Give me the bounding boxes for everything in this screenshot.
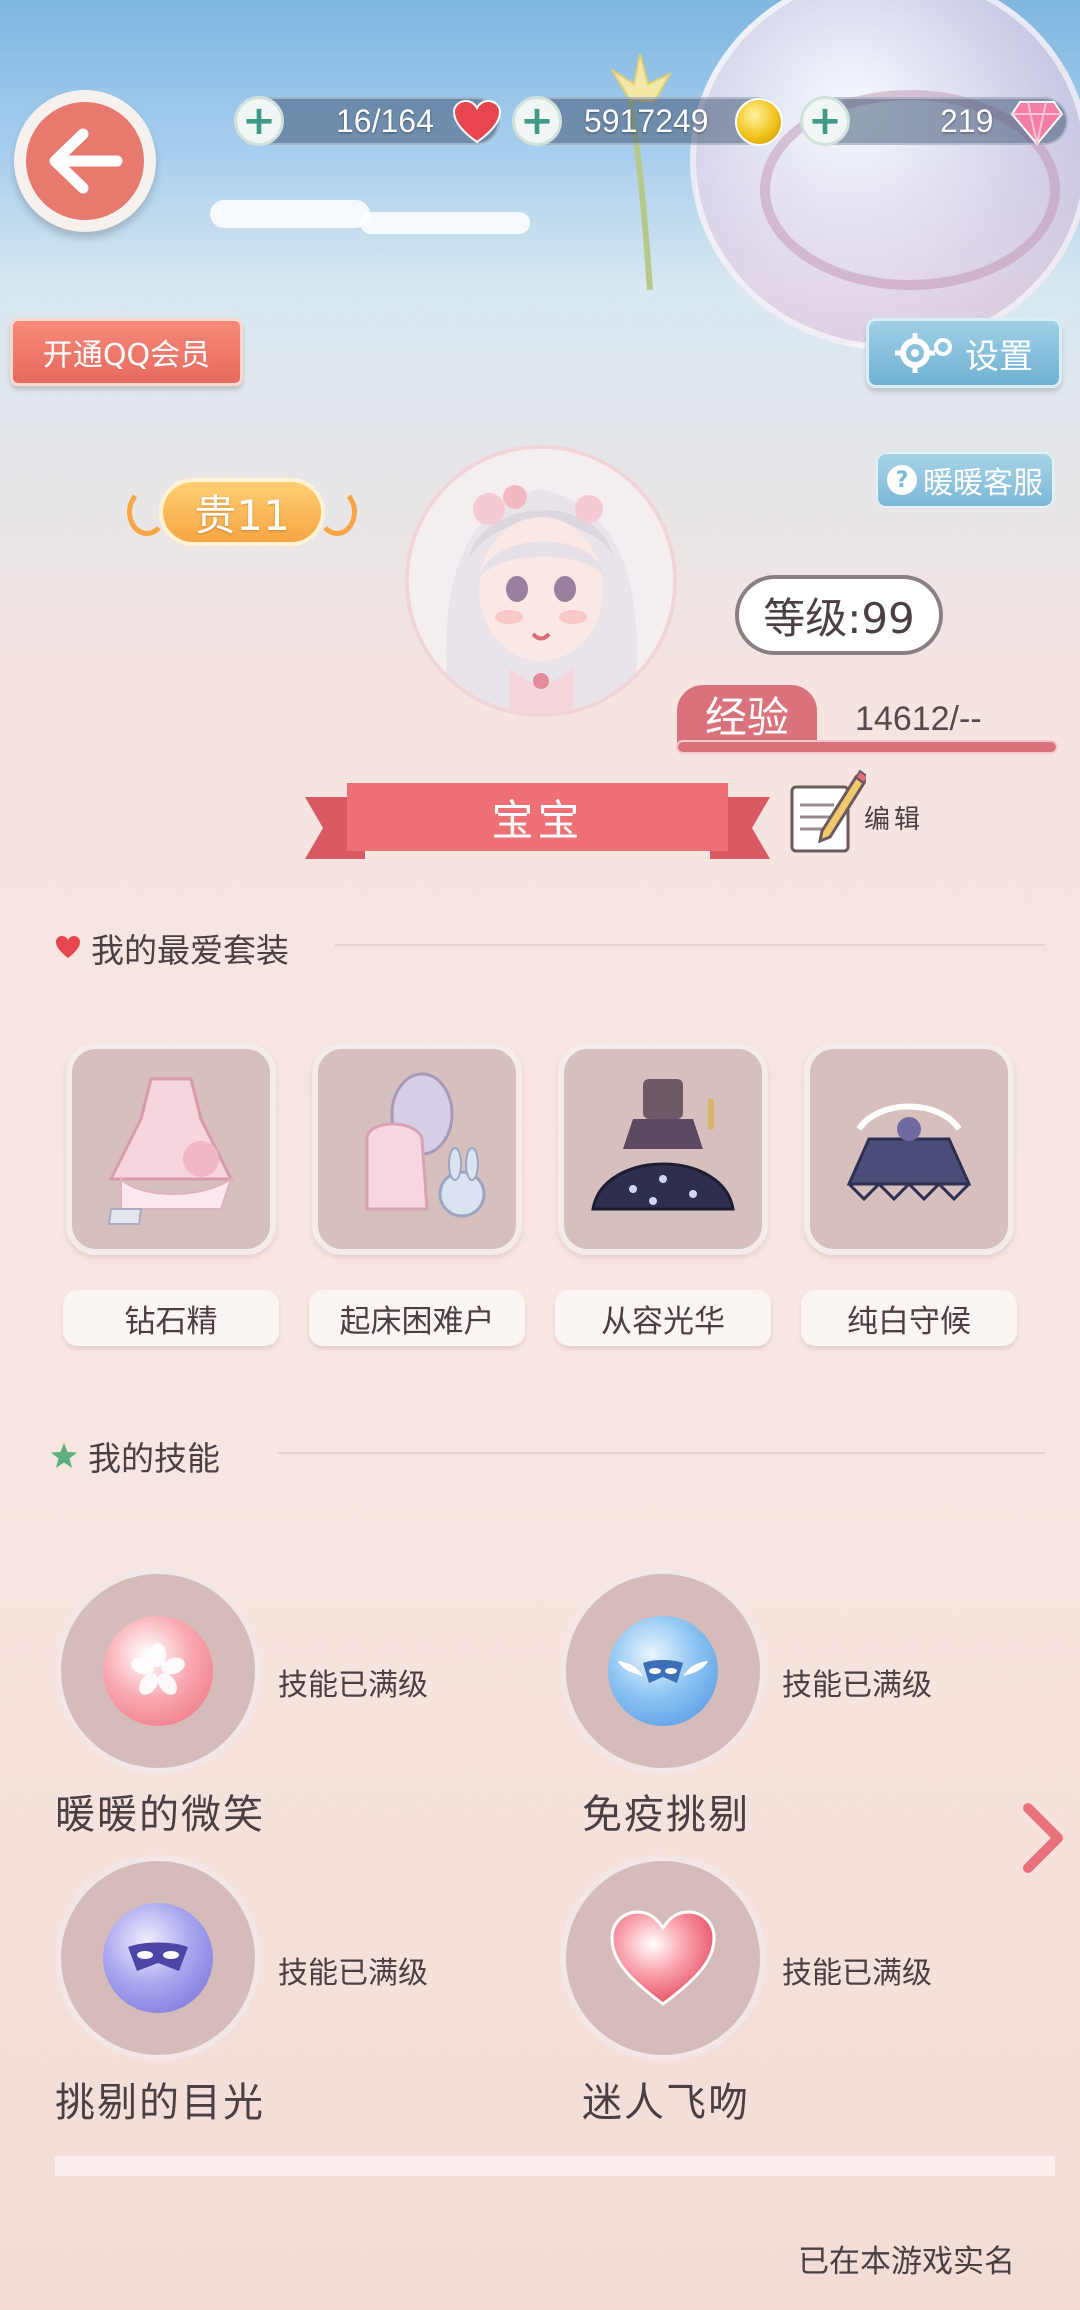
exp-label: 经验	[677, 685, 817, 743]
settings-label: 设置	[965, 336, 1033, 377]
mask-icon	[103, 1903, 213, 2013]
skill-smile[interactable]	[55, 1568, 261, 1774]
outfit-label-2[interactable]: 起床困难户	[309, 1290, 525, 1346]
edit-pencil-icon	[790, 769, 866, 853]
avatar-portrait-image	[409, 449, 673, 713]
skill-critical-eye-status: 技能已满级	[278, 1956, 428, 1991]
outfit-thumbnail-1	[107, 1077, 234, 1225]
skill-charming-kiss-name: 迷人飞吻	[582, 2080, 750, 2126]
lily-flower-decoration	[611, 53, 673, 291]
back-arrow-icon	[49, 128, 123, 194]
cloud-decoration	[360, 212, 530, 234]
skill-critical-eye[interactable]	[55, 1855, 261, 2061]
edit-name-button[interactable]: 编辑	[786, 765, 936, 857]
favorites-title-label: 我的最爱套装	[91, 931, 289, 970]
customer-service-button[interactable]: ? 暖暖客服	[876, 452, 1054, 508]
winged-mask-icon	[608, 1616, 718, 1726]
player-name: 宝宝	[347, 783, 728, 851]
star-bullet-icon	[51, 1443, 77, 1468]
gold-coin-icon	[735, 98, 783, 146]
player-name-ribbon: 宝宝	[305, 783, 770, 861]
outfit-label-3[interactable]: 从容光华	[555, 1290, 771, 1346]
outfit-thumbnail-2	[365, 1072, 486, 1218]
heart-bullet-icon	[56, 936, 80, 958]
skill-immune-status: 技能已满级	[782, 1668, 932, 1703]
skill-critical-eye-name: 挑剔的目光	[55, 2080, 265, 2126]
level-indicator: 等级:99	[735, 575, 943, 655]
outfit-card-2[interactable]	[312, 1043, 522, 1255]
qq-member-button[interactable]: 开通QQ会员	[10, 318, 243, 386]
skill-charming-kiss-status: 技能已满级	[782, 1956, 932, 1991]
next-page-chevron-icon[interactable]	[1018, 1800, 1068, 1876]
outfit-label-1[interactable]: 钻石精	[63, 1290, 279, 1346]
question-icon: ?	[887, 465, 917, 495]
sakura-icon	[103, 1616, 213, 1726]
outfit-thumbnail-4	[846, 1103, 972, 1202]
realname-status: 已在本游戏实名	[798, 2244, 1015, 2280]
outfit-thumbnail-3	[591, 1079, 735, 1211]
skills-title-label: 我的技能	[88, 1439, 220, 1478]
qq-member-label: 开通QQ会员	[42, 338, 211, 373]
skill-immune-name: 免疫挑剔	[582, 1792, 750, 1838]
gold-value: 5917249	[584, 103, 709, 139]
outfit-card-4[interactable]	[804, 1043, 1014, 1255]
gear-icon	[895, 333, 952, 373]
edit-label: 编辑	[864, 805, 925, 835]
divider	[278, 1452, 1045, 1454]
avatar[interactable]	[405, 445, 677, 717]
skill-smile-name: 暖暖的微笑	[55, 1792, 265, 1838]
exp-progress-bar	[676, 740, 1058, 754]
diamond-icon	[1010, 101, 1064, 146]
skill-smile-status: 技能已满级	[278, 1668, 428, 1703]
skills-section-title: 我的技能	[50, 1432, 220, 1480]
vip-badge[interactable]: 贵11	[127, 470, 357, 554]
vip-label: 贵11	[159, 478, 325, 546]
skill-charming-kiss[interactable]	[560, 1855, 766, 2061]
divider	[335, 944, 1045, 946]
skill-immune[interactable]	[560, 1568, 766, 1774]
add-diamond-button[interactable]: +	[800, 96, 850, 146]
add-stamina-button[interactable]: +	[234, 96, 284, 146]
outfit-card-1[interactable]	[66, 1043, 276, 1255]
customer-service-label: 暖暖客服	[923, 466, 1043, 501]
back-button[interactable]	[14, 90, 156, 232]
heart-icon	[610, 1910, 716, 2006]
decorative-strip	[55, 2156, 1055, 2176]
exp-value: 14612/--	[855, 700, 982, 738]
back-button-face	[26, 102, 144, 220]
cloud-decoration	[210, 200, 370, 228]
stamina-value: 16/164	[336, 103, 434, 139]
outfit-card-3[interactable]	[558, 1043, 768, 1255]
settings-button[interactable]: 设置	[866, 318, 1062, 388]
add-gold-button[interactable]: +	[512, 96, 562, 146]
heart-icon	[452, 100, 502, 144]
favorites-section-title: 我的最爱套装	[55, 924, 289, 972]
diamond-value: 219	[940, 103, 994, 139]
outfit-label-4[interactable]: 纯白守候	[801, 1290, 1017, 1346]
